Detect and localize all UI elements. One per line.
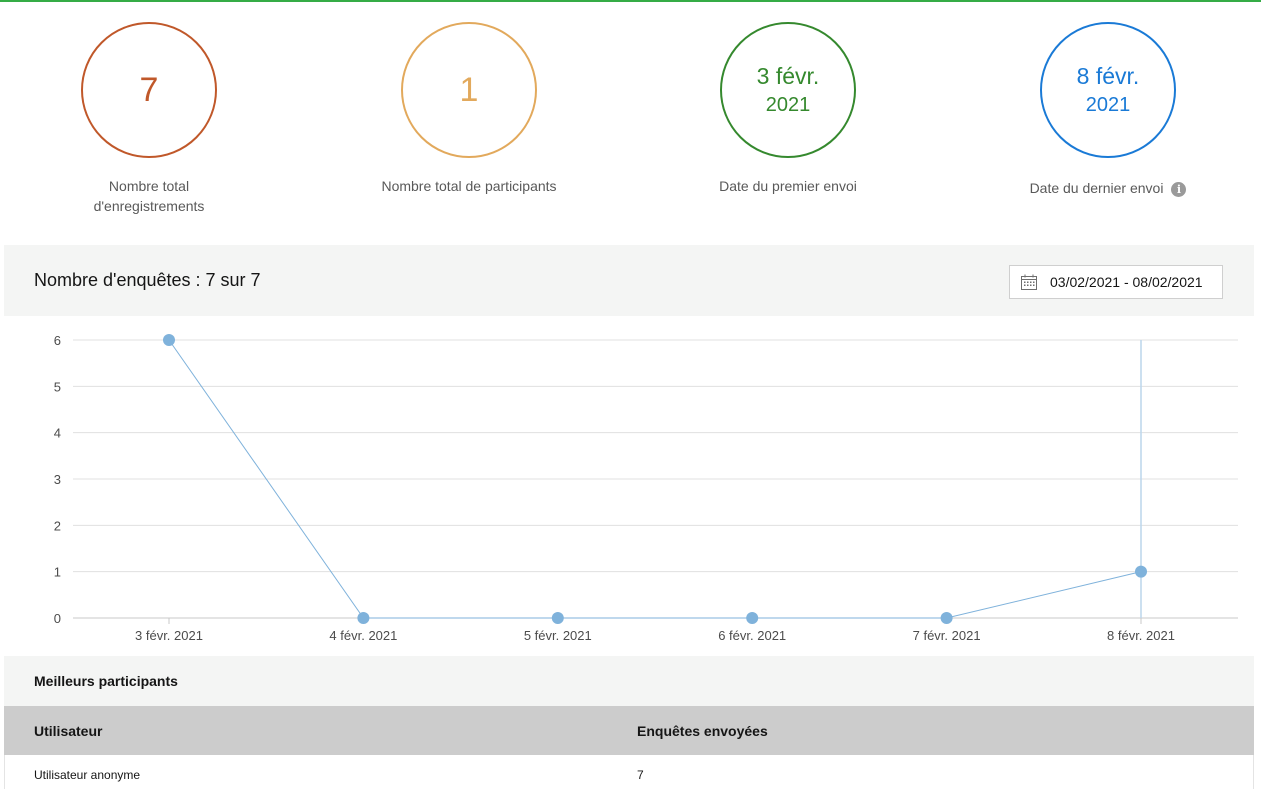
first-date-label: Date du premier envoi: [719, 178, 857, 194]
survey-line-chart: 0 1 2 3 4 5 6 3 févr. 2021 4 févr. 2021 5 févr. …: [54, 333, 1238, 643]
x-tick-label: 7 févr. 2021: [913, 628, 981, 643]
data-point: [357, 612, 370, 624]
data-point: [1135, 565, 1147, 578]
last-date-label: Date du dernier envoi i: [988, 178, 1228, 198]
last-date-circle: 8 févr. 2021: [1040, 22, 1176, 158]
y-tick-label: 6: [54, 333, 61, 348]
survey-count-title: Nombre d'enquêtes : 7 sur 7: [34, 270, 261, 290]
date-range-text: 03/02/2021 - 08/02/2021: [1050, 274, 1203, 290]
y-tick-label: 1: [54, 565, 61, 580]
top-participants-header: Meilleurs participants: [4, 656, 1254, 706]
stat-first-submission: 3 févr. 2021 Date du premier envoi: [668, 22, 908, 196]
x-tick-label: 8 févr. 2021: [1107, 628, 1175, 643]
cell-user: Utilisateur anonyme: [34, 768, 141, 782]
records-label-line2: d'enregistrements: [93, 198, 205, 214]
y-tick-label: 3: [54, 472, 61, 487]
last-date-year: 2021: [1085, 94, 1131, 116]
first-date-year: 2021: [765, 94, 811, 116]
data-point: [746, 612, 759, 624]
table-row: Utilisateur anonyme 7: [4, 755, 1254, 789]
summary-stats: 7 Nombre total d'enregistrements 1 Nombr…: [0, 0, 1261, 245]
stat-total-records: 7 Nombre total d'enregistrements: [29, 22, 269, 216]
survey-count-header: Nombre d'enquêtes : 7 sur 7 03/02/2021 -…: [4, 245, 1254, 316]
chart-grid: [73, 339, 1238, 619]
records-label: Nombre total d'enregistrements: [29, 176, 269, 216]
calendar-icon: [1021, 274, 1037, 290]
y-tick-label: 0: [54, 611, 61, 626]
table-header: Utilisateur Enquêtes envoyées: [4, 706, 1254, 755]
chart-x-ticks: 3 févr. 2021 4 févr. 2021 5 févr. 2021 6 fé…: [135, 618, 1175, 643]
last-date-day: 8 févr.: [1076, 63, 1140, 89]
column-header-surveys-sent[interactable]: Enquêtes envoyées: [637, 723, 768, 739]
last-date-label-text: Date du dernier envoi: [1029, 180, 1164, 196]
data-point: [163, 334, 175, 346]
x-tick-label: 5 févr. 2021: [524, 628, 592, 643]
y-tick-label: 4: [54, 426, 61, 441]
records-circle: 7: [81, 22, 217, 158]
x-tick-label: 3 févr. 2021: [135, 628, 203, 643]
data-point: [940, 612, 953, 624]
column-header-user[interactable]: Utilisateur: [34, 723, 102, 739]
records-label-line1: Nombre total: [108, 178, 190, 194]
date-range-picker[interactable]: 03/02/2021 - 08/02/2021: [1009, 265, 1223, 299]
participants-circle: 1: [401, 22, 537, 158]
x-tick-label: 6 févr. 2021: [718, 628, 786, 643]
records-value: 7: [139, 71, 159, 109]
first-date-circle: 3 févr. 2021: [720, 22, 856, 158]
cell-surveys-sent: 7: [637, 768, 644, 782]
top-participants-title: Meilleurs participants: [34, 673, 178, 689]
first-date-day: 3 févr.: [756, 63, 820, 89]
participants-label: Nombre total de participants: [381, 178, 557, 194]
stat-total-participants: 1 Nombre total de participants: [349, 22, 589, 196]
participants-value: 1: [459, 71, 479, 109]
chart-y-ticks: 0 1 2 3 4 5 6: [54, 333, 61, 626]
data-point: [551, 612, 564, 624]
stat-last-submission: 8 févr. 2021 Date du dernier envoi i: [988, 22, 1228, 198]
x-tick-label: 4 févr. 2021: [329, 628, 397, 643]
y-tick-label: 2: [54, 518, 61, 533]
info-icon[interactable]: i: [1171, 182, 1187, 197]
y-tick-label: 5: [54, 379, 61, 394]
